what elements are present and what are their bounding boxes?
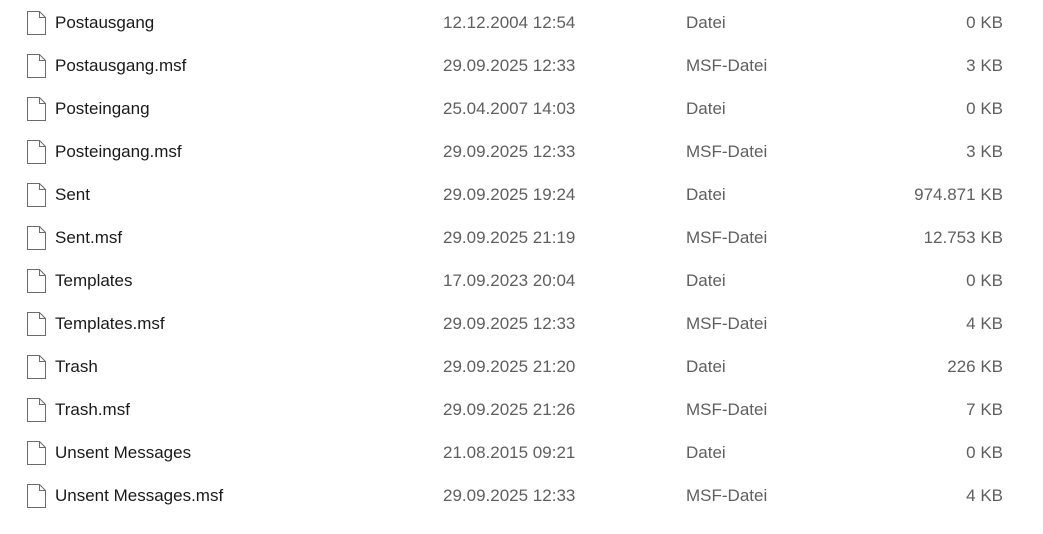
file-name: Sent — [55, 185, 90, 204]
file-date-modified: 21.08.2015 09:21 — [443, 443, 576, 462]
file-icon — [27, 312, 46, 336]
file-type: Datei — [686, 357, 726, 376]
file-date-modified: 29.09.2025 19:24 — [443, 185, 576, 204]
file-type: MSF-Datei — [686, 228, 768, 247]
file-date-modified: 29.09.2025 21:19 — [443, 228, 576, 247]
file-row[interactable]: Posteingang 25.04.2007 14:03 Datei 0 KB — [0, 88, 1043, 131]
file-icon — [27, 54, 46, 78]
file-row[interactable]: Sent.msf 29.09.2025 21:19 MSF-Datei 12.7… — [0, 217, 1043, 260]
file-size: 4 KB — [966, 486, 1003, 505]
file-date-modified: 25.04.2007 14:03 — [443, 99, 576, 118]
file-row[interactable]: Unsent Messages 21.08.2015 09:21 Datei 0… — [0, 432, 1043, 475]
file-date-modified: 29.09.2025 21:26 — [443, 400, 576, 419]
file-row[interactable]: Unsent Messages.msf 29.09.2025 12:33 MSF… — [0, 475, 1043, 518]
file-type: MSF-Datei — [686, 142, 768, 161]
file-size: 0 KB — [966, 271, 1003, 290]
file-name: Postausgang.msf — [55, 56, 187, 75]
file-size: 0 KB — [966, 99, 1003, 118]
file-size: 12.753 KB — [923, 228, 1003, 247]
file-type: MSF-Datei — [686, 400, 768, 419]
file-name: Posteingang.msf — [55, 142, 182, 161]
file-row[interactable]: Trash 29.09.2025 21:20 Datei 226 KB — [0, 346, 1043, 389]
file-date-modified: 29.09.2025 12:33 — [443, 314, 576, 333]
file-icon — [27, 484, 46, 508]
file-type: Datei — [686, 13, 726, 32]
file-row[interactable]: Posteingang.msf 29.09.2025 12:33 MSF-Dat… — [0, 131, 1043, 174]
file-type: Datei — [686, 443, 726, 462]
file-size: 974.871 KB — [914, 185, 1003, 204]
file-icon — [27, 140, 46, 164]
file-icon — [27, 398, 46, 422]
file-date-modified: 29.09.2025 12:33 — [443, 56, 576, 75]
file-name: Trash.msf — [55, 400, 130, 419]
file-name: Templates.msf — [55, 314, 165, 333]
file-icon — [27, 11, 46, 35]
file-date-modified: 29.09.2025 12:33 — [443, 486, 576, 505]
file-type: MSF-Datei — [686, 314, 768, 333]
file-name: Trash — [55, 357, 98, 376]
file-name: Templates — [55, 271, 133, 290]
file-date-modified: 12.12.2004 12:54 — [443, 13, 576, 32]
file-row[interactable]: Trash.msf 29.09.2025 21:26 MSF-Datei 7 K… — [0, 389, 1043, 432]
file-size: 4 KB — [966, 314, 1003, 333]
file-type: Datei — [686, 185, 726, 204]
file-name: Posteingang — [55, 99, 150, 118]
file-icon — [27, 183, 46, 207]
file-type: Datei — [686, 271, 726, 290]
file-row[interactable]: Templates.msf 29.09.2025 12:33 MSF-Datei… — [0, 303, 1043, 346]
file-row[interactable]: Postausgang 12.12.2004 12:54 Datei 0 KB — [0, 2, 1043, 45]
file-name: Sent.msf — [55, 228, 123, 247]
file-date-modified: 29.09.2025 12:33 — [443, 142, 576, 161]
file-icon — [27, 97, 46, 121]
file-type: MSF-Datei — [686, 56, 768, 75]
file-size: 0 KB — [966, 443, 1003, 462]
file-size: 0 KB — [966, 13, 1003, 32]
file-size: 3 KB — [966, 56, 1003, 75]
file-size: 3 KB — [966, 142, 1003, 161]
file-name: Postausgang — [55, 13, 155, 32]
file-size: 226 KB — [947, 357, 1003, 376]
file-row[interactable]: Sent 29.09.2025 19:24 Datei 974.871 KB — [0, 174, 1043, 217]
file-row[interactable]: Postausgang.msf 29.09.2025 12:33 MSF-Dat… — [0, 45, 1043, 88]
file-icon — [27, 355, 46, 379]
file-type: MSF-Datei — [686, 486, 768, 505]
file-date-modified: 29.09.2025 21:20 — [443, 357, 576, 376]
file-icon — [27, 441, 46, 465]
file-size: 7 KB — [966, 400, 1003, 419]
file-icon — [27, 226, 46, 250]
file-list: Postausgang 12.12.2004 12:54 Datei 0 KB … — [0, 2, 1043, 518]
file-name: Unsent Messages.msf — [55, 486, 224, 505]
file-row[interactable]: Templates 17.09.2023 20:04 Datei 0 KB — [0, 260, 1043, 303]
file-date-modified: 17.09.2023 20:04 — [443, 271, 576, 290]
file-icon — [27, 269, 46, 293]
file-name: Unsent Messages — [55, 443, 192, 462]
file-type: Datei — [686, 99, 726, 118]
